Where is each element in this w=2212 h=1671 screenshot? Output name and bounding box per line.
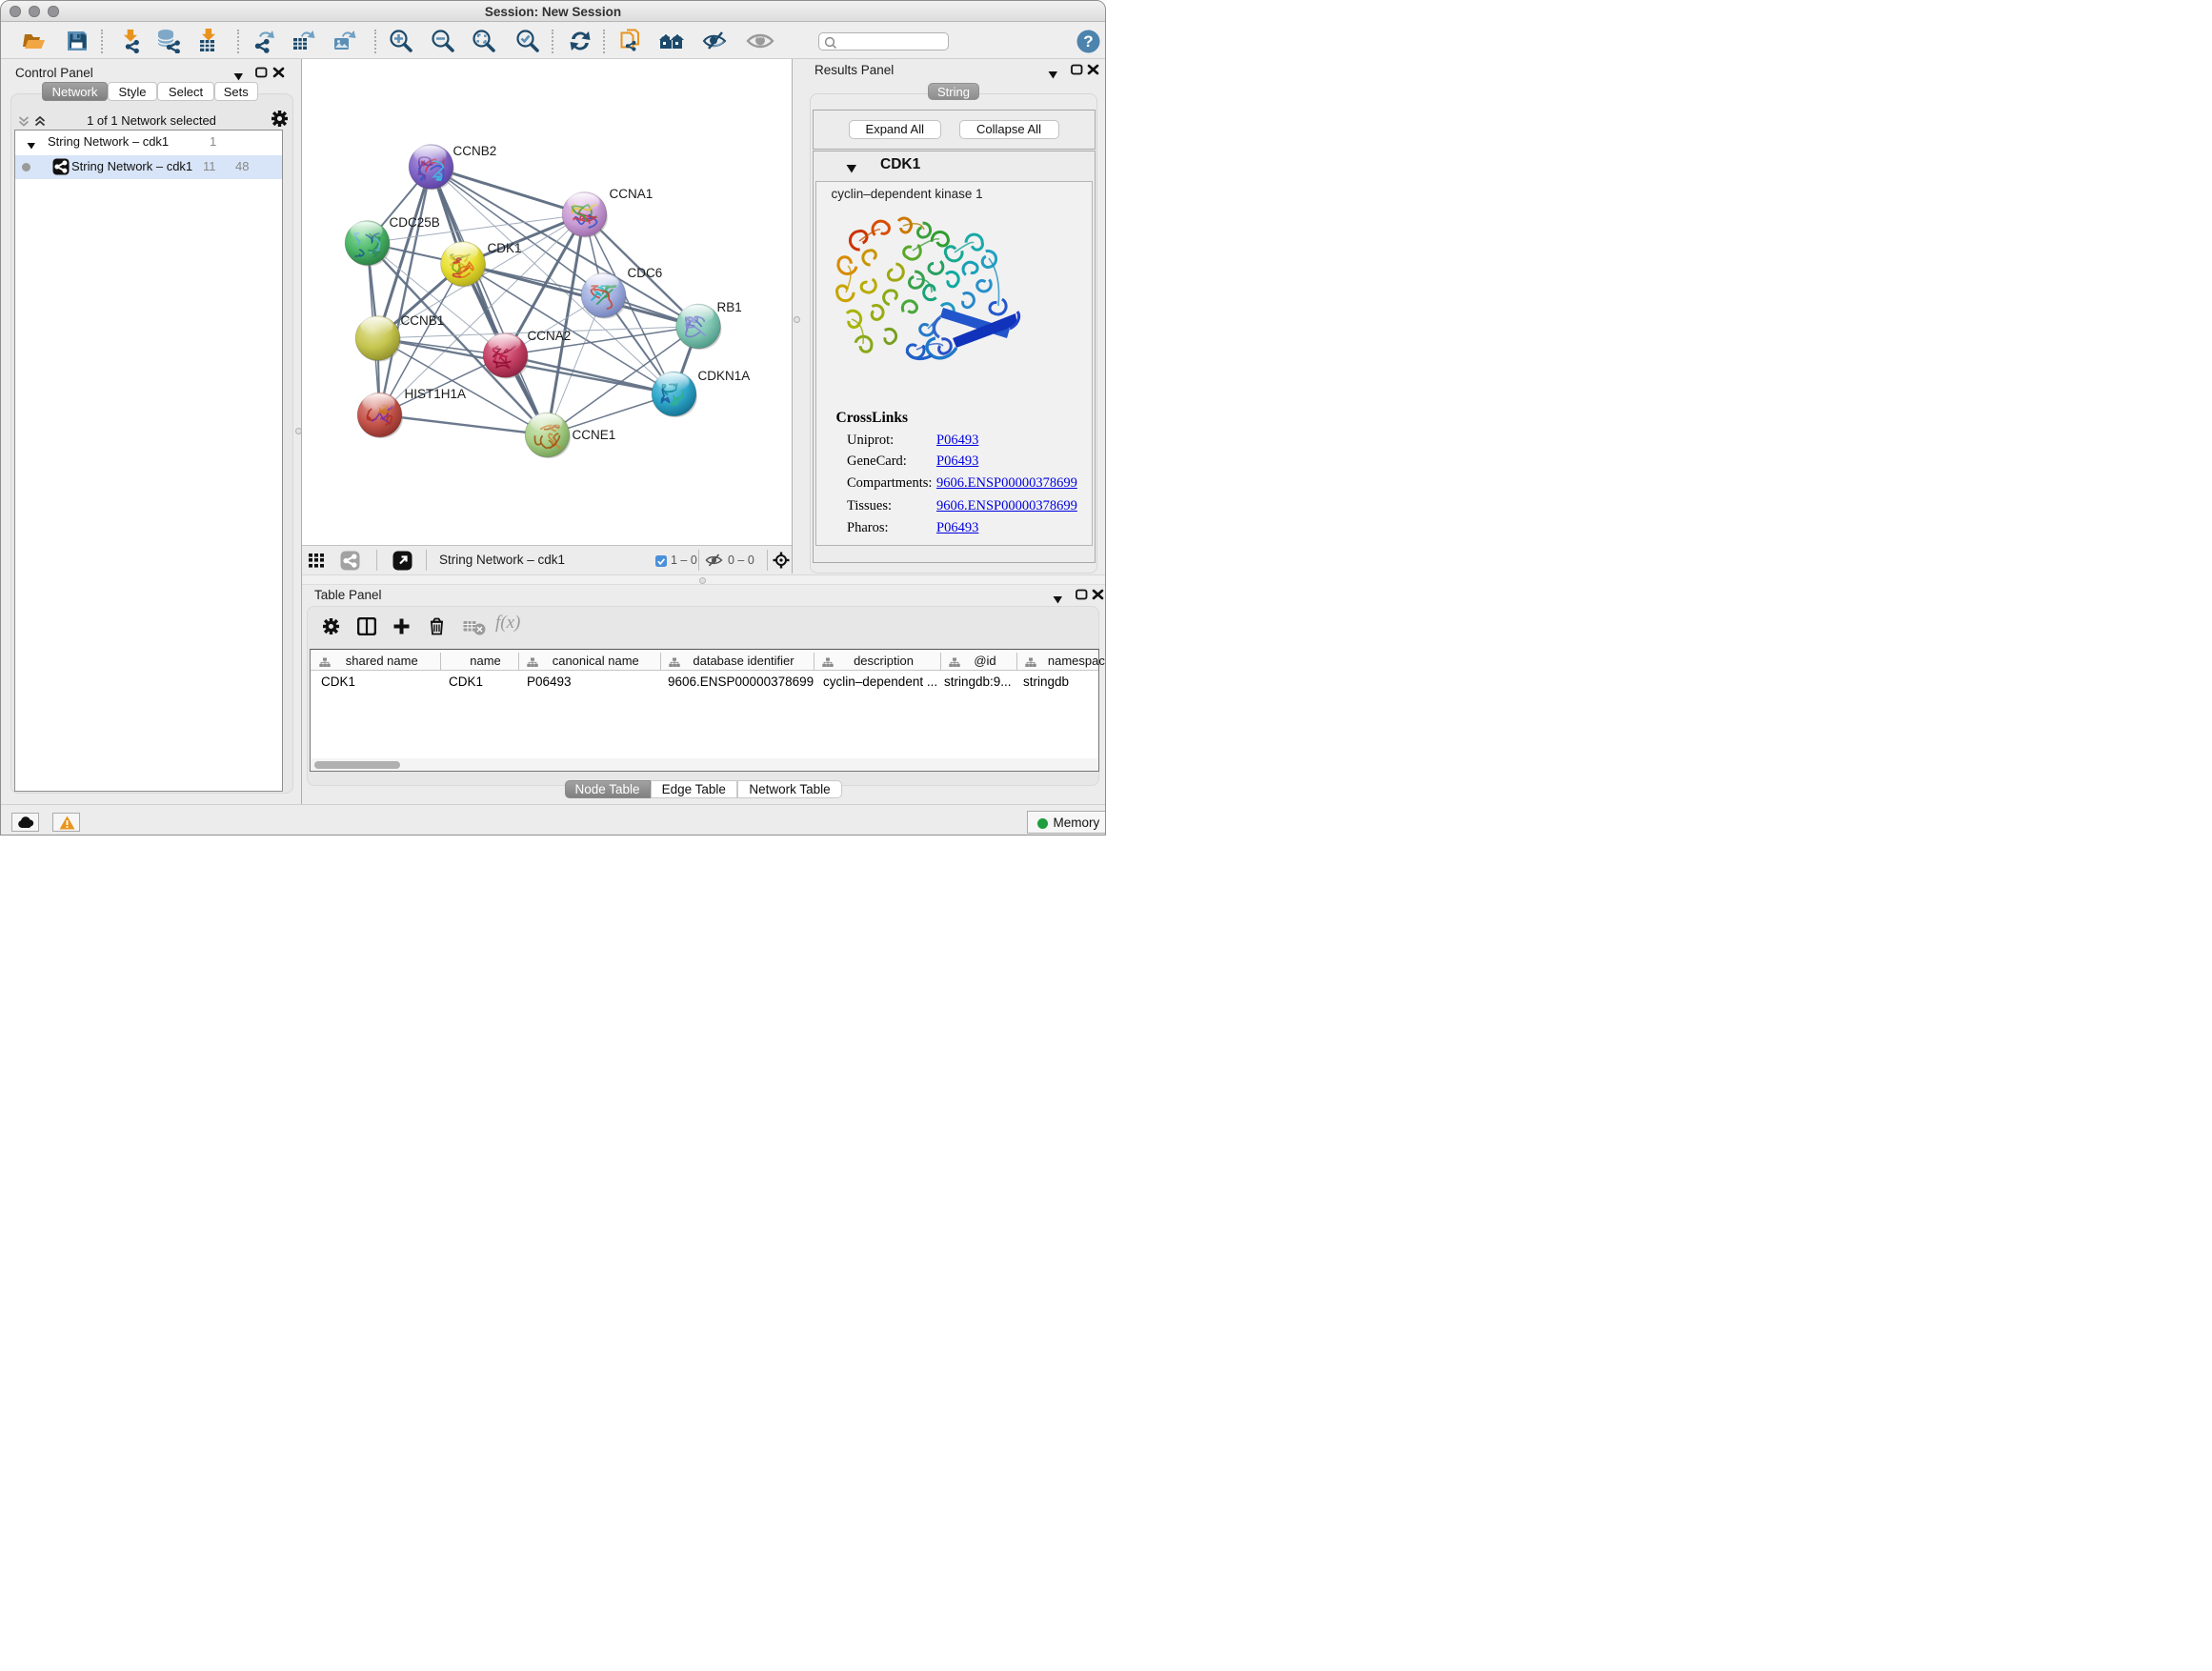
svg-text:CCNB2: CCNB2 [453, 144, 497, 158]
svg-text:CCNA2: CCNA2 [528, 329, 572, 343]
svg-text:CDK1: CDK1 [488, 241, 522, 255]
svg-text:CCNE1: CCNE1 [573, 428, 616, 442]
svg-text:CDKN1A: CDKN1A [698, 369, 751, 383]
svg-text:CDC25B: CDC25B [390, 215, 440, 230]
svg-text:RB1: RB1 [717, 300, 742, 314]
svg-text:CDC6: CDC6 [628, 266, 663, 280]
svg-text:HIST1H1A: HIST1H1A [405, 387, 467, 401]
svg-text:?: ? [1083, 32, 1093, 50]
svg-text:CCNB1: CCNB1 [401, 313, 445, 328]
svg-text:CCNA1: CCNA1 [610, 187, 654, 201]
